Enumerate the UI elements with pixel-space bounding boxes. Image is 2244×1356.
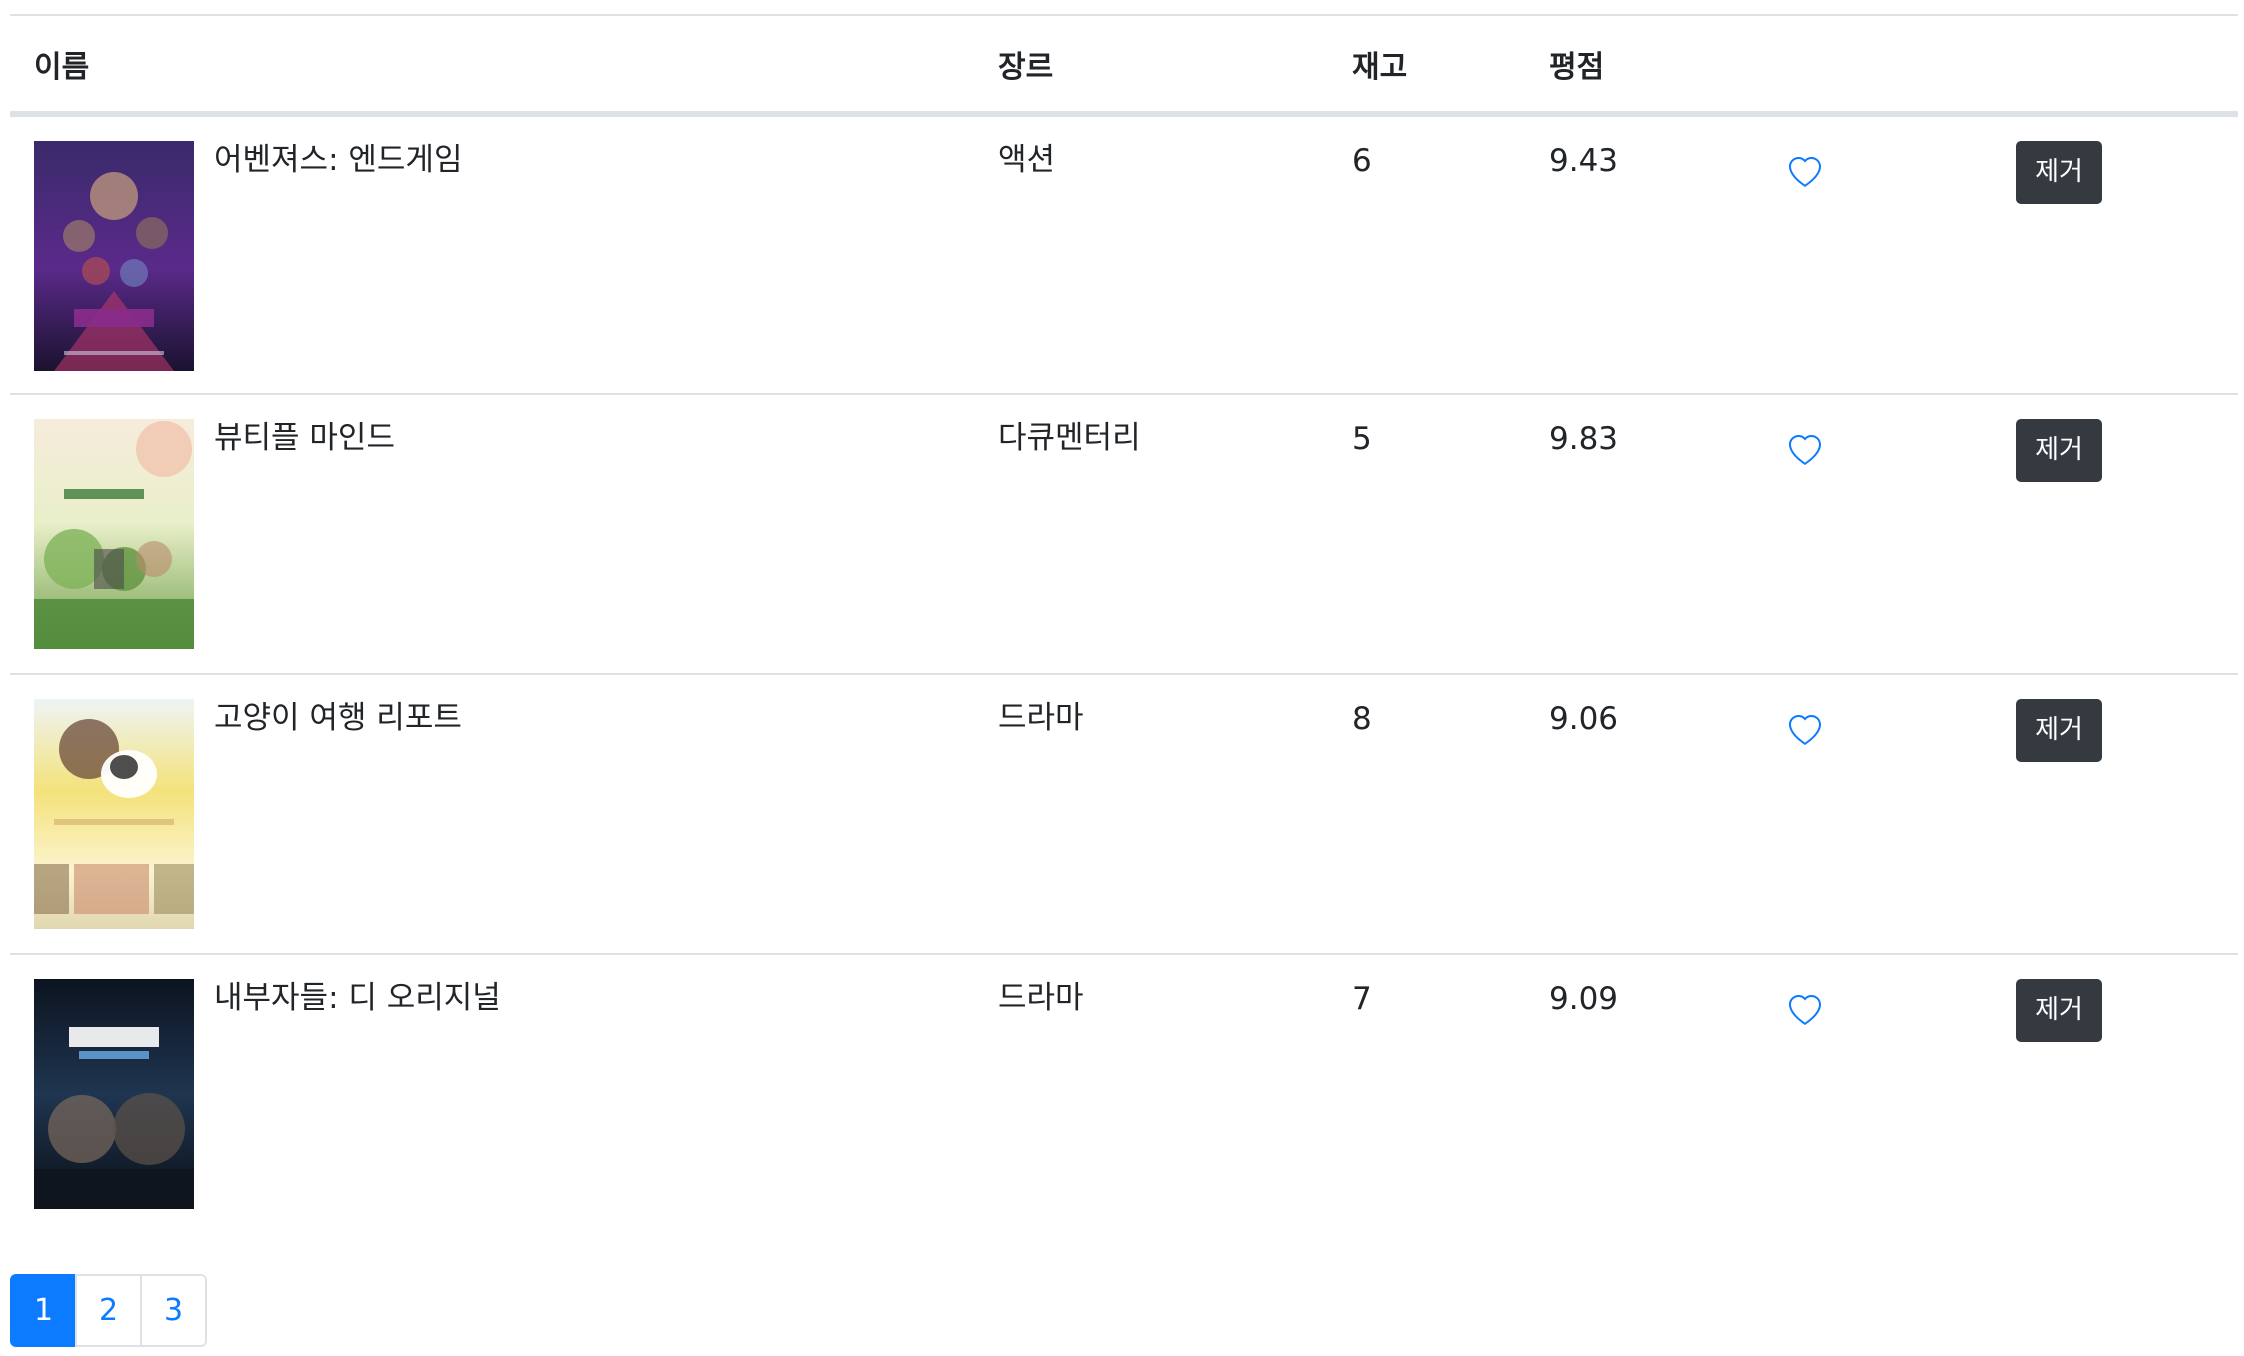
rate-cell: 9.83 bbox=[1525, 394, 1762, 675]
table-row: 고양이 여행 리포트 드라마 8 9.06 제거 bbox=[10, 674, 2238, 955]
stock-cell: 5 bbox=[1328, 394, 1525, 675]
movie-genre: 드라마 bbox=[998, 980, 1084, 1016]
like-cell bbox=[1762, 674, 1992, 955]
actions-cell: 제거 bbox=[1992, 394, 2238, 675]
movie-stock: 7 bbox=[1352, 981, 1372, 1017]
movie-stock: 5 bbox=[1352, 421, 1372, 457]
title-cell: 뷰티플 마인드 bbox=[10, 394, 974, 675]
stock-cell: 7 bbox=[1328, 954, 1525, 1234]
title-cell: 내부자들: 디 오리지널 bbox=[10, 954, 974, 1234]
rate-cell: 9.43 bbox=[1525, 114, 1762, 395]
page-link-3[interactable]: 3 bbox=[140, 1274, 207, 1347]
movie-genre: 액션 bbox=[998, 142, 1056, 178]
stock-cell: 8 bbox=[1328, 674, 1525, 955]
like-cell bbox=[1762, 394, 1992, 675]
rate-cell: 9.06 bbox=[1525, 674, 1762, 955]
table-header: 이름 장르 재고 평점 bbox=[10, 14, 2238, 117]
movie-title[interactable]: 뷰티플 마인드 bbox=[214, 419, 395, 457]
table-row: 내부자들: 디 오리지널 드라마 7 9.09 제거 bbox=[10, 954, 2238, 1234]
pagination: 1 2 3 bbox=[10, 1274, 207, 1347]
page-link-1[interactable]: 1 bbox=[10, 1274, 77, 1347]
movie-poster-image bbox=[34, 419, 194, 649]
movie-genre: 드라마 bbox=[998, 700, 1084, 736]
movie-genre: 다큐멘터리 bbox=[998, 420, 1141, 456]
rate-cell: 9.09 bbox=[1525, 954, 1762, 1234]
like-cell bbox=[1762, 954, 1992, 1234]
movie-poster-image bbox=[34, 699, 194, 929]
genre-cell: 드라마 bbox=[974, 674, 1328, 955]
heart-icon[interactable] bbox=[1787, 157, 1823, 189]
movie-rate: 9.09 bbox=[1549, 981, 1619, 1017]
table-row: 뷰티플 마인드 다큐멘터리 5 9.83 제거 bbox=[10, 394, 2238, 675]
stock-cell: 6 bbox=[1328, 114, 1525, 395]
title-cell: 어벤져스: 엔드게임 bbox=[10, 114, 974, 395]
header-like bbox=[1762, 14, 1992, 117]
table-body: 어벤져스: 엔드게임 액션 6 9.43 제거 뷰티플 마인드 다큐멘터리 5 … bbox=[10, 114, 2238, 1234]
genre-cell: 다큐멘터리 bbox=[974, 394, 1328, 675]
movie-rate: 9.83 bbox=[1549, 421, 1619, 457]
movie-rate: 9.06 bbox=[1549, 701, 1619, 737]
remove-button[interactable]: 제거 bbox=[2016, 979, 2102, 1042]
movie-poster-image bbox=[34, 141, 194, 371]
actions-cell: 제거 bbox=[1992, 674, 2238, 955]
table-row: 어벤져스: 엔드게임 액션 6 9.43 제거 bbox=[10, 114, 2238, 395]
genre-cell: 드라마 bbox=[974, 954, 1328, 1234]
title-cell: 고양이 여행 리포트 bbox=[10, 674, 974, 955]
actions-cell: 제거 bbox=[1992, 954, 2238, 1234]
header-title[interactable]: 이름 bbox=[10, 14, 974, 117]
movie-title[interactable]: 고양이 여행 리포트 bbox=[214, 699, 462, 737]
like-cell bbox=[1762, 114, 1992, 395]
movie-poster-image bbox=[34, 979, 194, 1209]
actions-cell: 제거 bbox=[1992, 114, 2238, 395]
header-genre[interactable]: 장르 bbox=[974, 14, 1328, 117]
genre-cell: 액션 bbox=[974, 114, 1328, 395]
remove-button[interactable]: 제거 bbox=[2016, 699, 2102, 762]
page-link-2[interactable]: 2 bbox=[75, 1274, 142, 1347]
movie-stock: 6 bbox=[1352, 143, 1372, 179]
remove-button[interactable]: 제거 bbox=[2016, 419, 2102, 482]
heart-icon[interactable] bbox=[1787, 995, 1823, 1027]
heart-icon[interactable] bbox=[1787, 435, 1823, 467]
movie-rate: 9.43 bbox=[1549, 143, 1619, 179]
movie-title[interactable]: 어벤져스: 엔드게임 bbox=[214, 141, 462, 179]
remove-button[interactable]: 제거 bbox=[2016, 141, 2102, 204]
movie-stock: 8 bbox=[1352, 701, 1372, 737]
movies-table: 이름 장르 재고 평점 어벤져스: 엔드게임 액션 6 9.43 제거 뷰티플 … bbox=[10, 14, 2238, 1234]
header-row: 이름 장르 재고 평점 bbox=[10, 14, 2238, 117]
header-rate[interactable]: 평점 bbox=[1525, 14, 1762, 117]
movies-table-container: 이름 장르 재고 평점 어벤져스: 엔드게임 액션 6 9.43 제거 뷰티플 … bbox=[10, 14, 2238, 1234]
movie-title[interactable]: 내부자들: 디 오리지널 bbox=[214, 979, 501, 1017]
header-stock[interactable]: 재고 bbox=[1328, 14, 1525, 117]
header-actions bbox=[1992, 14, 2238, 117]
heart-icon[interactable] bbox=[1787, 715, 1823, 747]
